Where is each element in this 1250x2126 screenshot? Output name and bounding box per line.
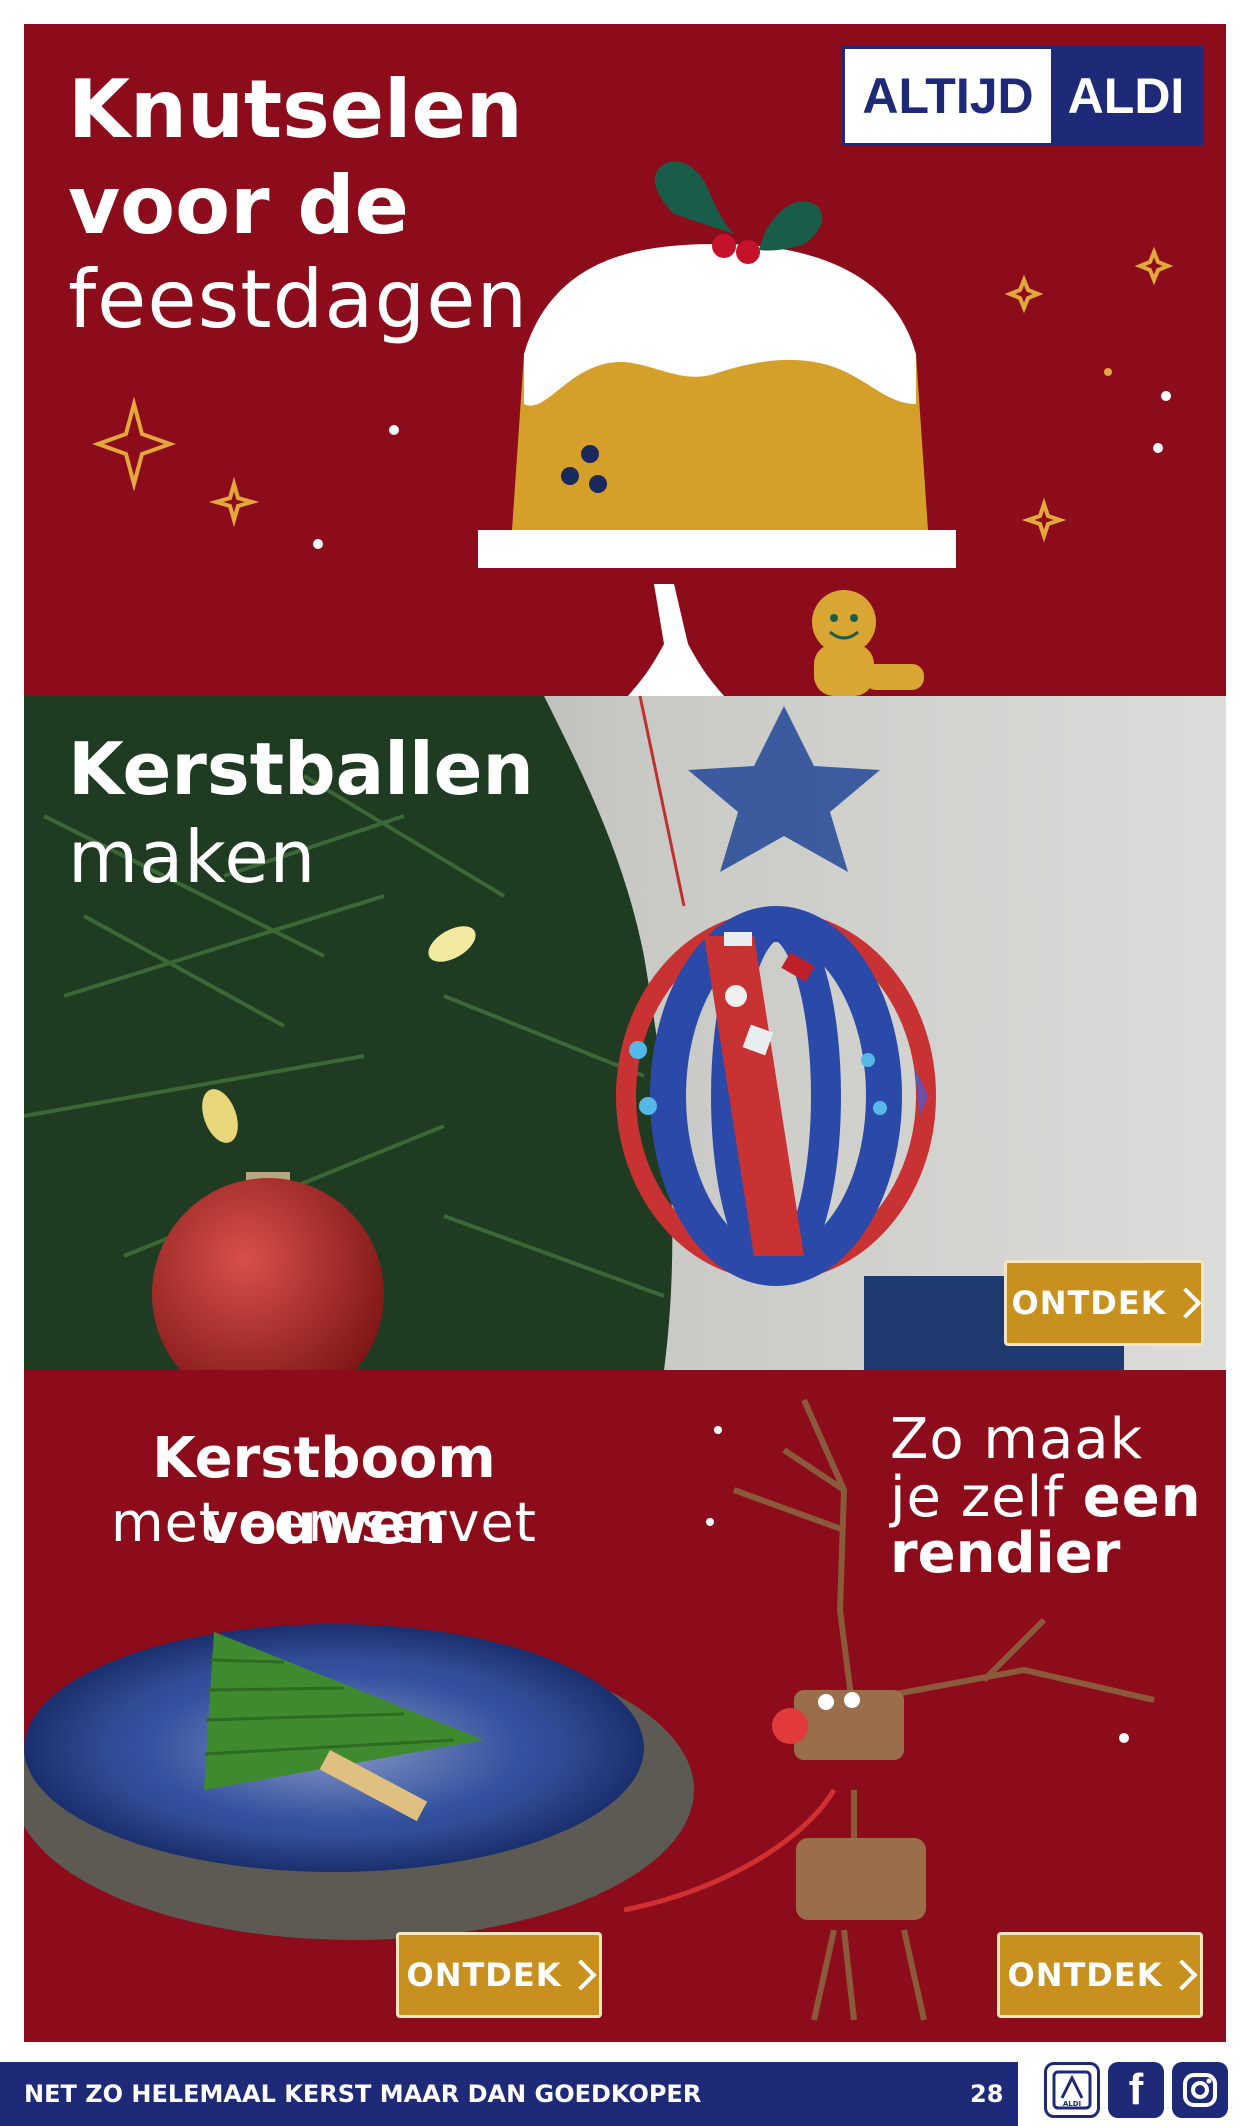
chevron-right-icon [1169,1287,1202,1319]
section-subtitle-christmas-balls: maken [68,815,317,899]
aldi-badge-text: ALDI [1063,2100,1081,2108]
christmas-balls-panel: Kerstballen maken ONTDEK [24,696,1226,1370]
ontdek-label: ONTDEK [1007,1956,1163,1994]
chevron-right-icon [1165,1959,1198,1991]
crafts-header-panel: Knutselen voor de feestdagen ALTIJD ALDI [24,24,1226,696]
napkin-reindeer-panel: Kerstboom vouwen met een servet Zo maak … [24,1370,1226,2042]
logo-altijd-text: ALTIJD [862,68,1034,124]
aldi-icon[interactable]: ALDI [1044,2062,1100,2118]
footer-tagline: NET ZO HELEMAAL KERST MAAR DAN GOEDKOPER [24,2080,702,2108]
aldi-logo: ALTIJD ALDI [842,46,1204,146]
footer-bar: NET ZO HELEMAAL KERST MAAR DAN GOEDKOPER… [0,2062,1018,2126]
ontdek-label: ONTDEK [406,1956,562,1994]
section-title-christmas-balls: Kerstballen [68,727,534,811]
reindeer-title-line3: rendier [890,1521,1121,1586]
ontdek-label: ONTDEK [1011,1284,1167,1322]
reindeer-title-line2: je zelf een [890,1468,1202,1528]
section-subtitle-napkin-tree: met een servet [111,1491,537,1554]
ontdek-napkin-tree-button[interactable]: ONTDEK [396,1932,602,2018]
page-title-line2: voor de [68,159,409,252]
logo-aldi-text: ALDI [1051,49,1201,143]
chevron-right-icon [564,1959,597,1991]
ontdek-reindeer-button[interactable]: ONTDEK [997,1932,1203,2018]
page-title-line3: feestdagen [68,253,529,346]
reindeer-title-line1: Zo maak [890,1407,1144,1472]
instagram-icon[interactable] [1172,2062,1228,2118]
facebook-icon[interactable]: f [1108,2062,1164,2118]
gingerbread-man [812,590,924,696]
page-number: 28 [970,2080,1004,2108]
ontdek-christmas-balls-button[interactable]: ONTDEK [1004,1260,1204,1346]
page-title-line1: Knutselen [68,63,523,156]
